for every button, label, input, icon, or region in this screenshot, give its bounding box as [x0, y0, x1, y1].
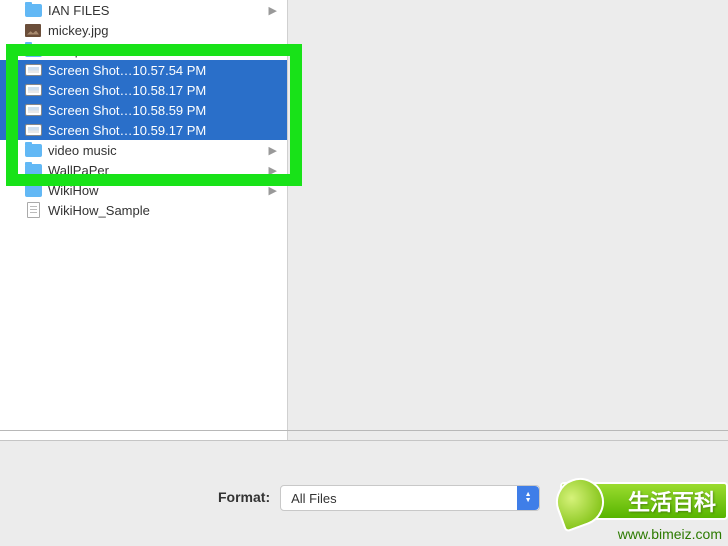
file-row[interactable]: WikiHow ▶	[0, 180, 287, 200]
file-row[interactable]: Screen Shot…10.57.54 PM	[0, 60, 287, 80]
format-value: All Files	[291, 491, 337, 506]
file-row[interactable]: Screen Shot…10.58.59 PM	[0, 100, 287, 120]
folder-icon	[24, 162, 42, 178]
folder-icon	[24, 2, 42, 18]
file-name-label: Sample	[48, 43, 92, 58]
file-list-column[interactable]: IAN FILES ▶ mickey.jpg Sample ▶ Screen Shot…1…	[0, 0, 288, 440]
divider	[0, 430, 728, 431]
screenshot-icon	[24, 82, 42, 98]
file-name-label: mickey.jpg	[48, 23, 108, 38]
file-name-label: WikiHow	[48, 183, 99, 198]
screenshot-icon	[24, 102, 42, 118]
preview-pane	[288, 0, 728, 440]
file-row[interactable]: IAN FILES ▶	[0, 0, 287, 20]
select-arrows-icon: ▲▼	[517, 486, 539, 510]
file-name-label: WikiHow_Sample	[48, 203, 150, 218]
file-name-label: Screen Shot…10.58.59 PM	[48, 103, 206, 118]
file-name-label: Screen Shot…10.57.54 PM	[48, 63, 206, 78]
image-icon	[24, 22, 42, 38]
watermark-title: 生活百科	[628, 485, 716, 517]
file-name-label: video music	[48, 143, 117, 158]
file-name-label: IAN FILES	[48, 3, 109, 18]
file-name-label: Screen Shot…10.58.17 PM	[48, 83, 206, 98]
folder-icon	[24, 142, 42, 158]
chevron-right-icon: ▶	[269, 44, 277, 57]
chevron-right-icon: ▶	[269, 144, 277, 157]
watermark-url: www.bimeiz.com	[618, 526, 722, 542]
file-row[interactable]: WikiHow_Sample	[0, 200, 287, 220]
screenshot-icon	[24, 122, 42, 138]
folder-icon	[24, 42, 42, 58]
file-row[interactable]: Screen Shot…10.58.17 PM	[0, 80, 287, 100]
file-row[interactable]: video music ▶	[0, 140, 287, 160]
file-name-label: Screen Shot…10.59.17 PM	[48, 123, 206, 138]
file-name-label: WallPaPer	[48, 163, 109, 178]
watermark-badge: 生活百科	[560, 482, 728, 520]
chevron-right-icon: ▶	[269, 184, 277, 197]
folder-icon	[24, 182, 42, 198]
watermark: 生活百科 www.bimeiz.com	[558, 482, 728, 546]
screenshot-icon	[24, 62, 42, 78]
format-label: Format:	[218, 485, 270, 505]
chevron-right-icon: ▶	[269, 164, 277, 177]
file-browser: IAN FILES ▶ mickey.jpg Sample ▶ Screen Shot…1…	[0, 0, 728, 440]
file-row[interactable]: Screen Shot…10.59.17 PM	[0, 120, 287, 140]
file-row[interactable]: mickey.jpg	[0, 20, 287, 40]
file-row[interactable]: WallPaPer ▶	[0, 160, 287, 180]
format-select[interactable]: All Files ▲▼	[280, 485, 540, 511]
document-icon	[24, 202, 42, 218]
chevron-right-icon: ▶	[269, 4, 277, 17]
file-row[interactable]: Sample ▶	[0, 40, 287, 60]
